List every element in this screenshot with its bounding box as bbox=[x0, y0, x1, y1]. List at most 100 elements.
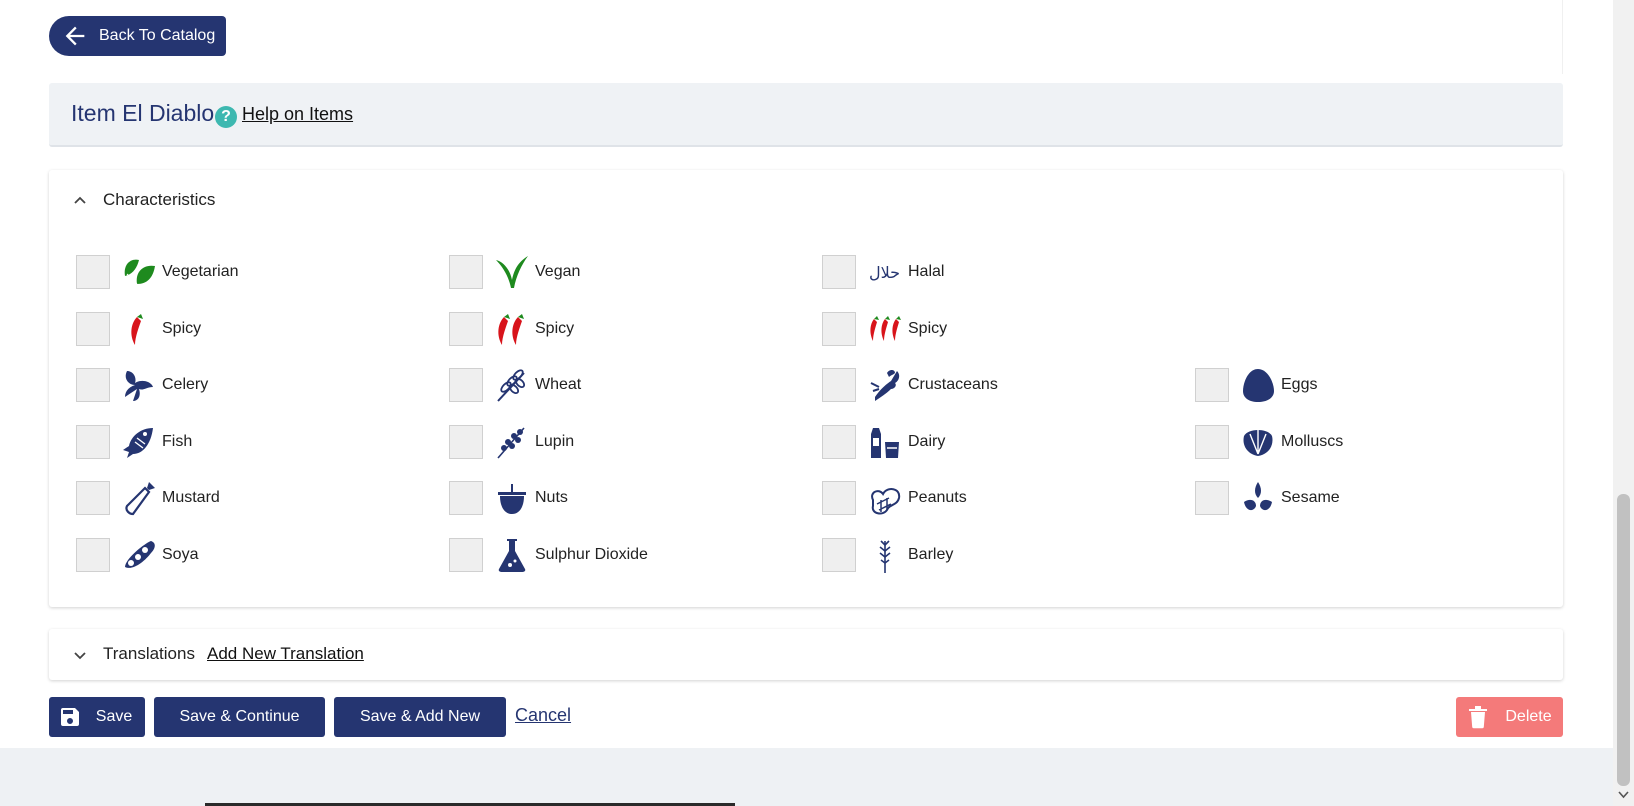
arrow-left-icon bbox=[65, 26, 85, 46]
characteristic-checkbox[interactable] bbox=[1195, 425, 1229, 459]
characteristic-label: Peanuts bbox=[908, 489, 967, 506]
characteristics-panel: Characteristics Vegetarian Vegan حلال Halal… bbox=[49, 170, 1563, 607]
leaf-icon bbox=[120, 253, 158, 291]
shell-icon bbox=[1239, 423, 1277, 461]
characteristic-checkbox[interactable] bbox=[76, 538, 110, 572]
characteristic-item: Nuts bbox=[449, 480, 568, 516]
characteristic-checkbox[interactable] bbox=[822, 538, 856, 572]
scrollbar[interactable] bbox=[1613, 0, 1634, 806]
nut-icon bbox=[493, 479, 531, 517]
characteristic-item: Spicy bbox=[822, 311, 947, 347]
lobster-icon bbox=[866, 366, 904, 404]
scrollbar-thumb[interactable] bbox=[1617, 494, 1630, 786]
characteristic-item: Sesame bbox=[1195, 480, 1340, 516]
wheat-icon bbox=[493, 366, 531, 404]
save-button[interactable]: Save bbox=[49, 697, 145, 737]
characteristic-checkbox[interactable] bbox=[449, 425, 483, 459]
characteristic-item: Crustaceans bbox=[822, 367, 998, 403]
chili-2-icon bbox=[493, 310, 531, 348]
chevron-down-icon[interactable] bbox=[73, 649, 87, 663]
add-new-translation-link[interactable]: Add New Translation bbox=[207, 644, 364, 664]
flask-icon bbox=[493, 536, 531, 574]
characteristic-label: Spicy bbox=[908, 320, 948, 337]
characteristic-label: Halal bbox=[908, 263, 945, 280]
translations-label: Translations bbox=[103, 644, 195, 663]
delete-label: Delete bbox=[1505, 708, 1552, 725]
lupin-icon bbox=[493, 423, 531, 461]
characteristic-checkbox[interactable] bbox=[822, 481, 856, 515]
characteristics-toggle[interactable]: Characteristics bbox=[73, 190, 215, 210]
fish-icon bbox=[120, 423, 158, 461]
egg-icon bbox=[1239, 366, 1277, 404]
milk-icon bbox=[866, 423, 904, 461]
characteristic-label: Sesame bbox=[1281, 489, 1340, 506]
characteristic-label: Eggs bbox=[1281, 376, 1318, 393]
characteristic-checkbox[interactable] bbox=[822, 255, 856, 289]
save-and-continue-button[interactable]: Save & Continue bbox=[154, 697, 325, 737]
characteristic-label: Mustard bbox=[162, 489, 220, 506]
characteristic-label: Crustaceans bbox=[908, 376, 998, 393]
barley-icon bbox=[866, 536, 904, 574]
save-and-add-new-button[interactable]: Save & Add New bbox=[334, 697, 506, 737]
celery-icon bbox=[120, 366, 158, 404]
characteristic-checkbox[interactable] bbox=[76, 255, 110, 289]
characteristic-checkbox[interactable] bbox=[1195, 368, 1229, 402]
vegan-sprout-icon bbox=[493, 253, 531, 291]
characteristic-checkbox[interactable] bbox=[449, 481, 483, 515]
characteristic-label: Vegan bbox=[535, 263, 581, 280]
characteristic-label: Vegetarian bbox=[162, 263, 239, 280]
mustard-bottle-icon bbox=[120, 479, 158, 517]
characteristic-label: Spicy bbox=[535, 320, 575, 337]
characteristic-item: Fish bbox=[76, 424, 192, 460]
characteristic-label: Fish bbox=[162, 433, 193, 450]
characteristic-item: Sulphur Dioxide bbox=[449, 537, 648, 573]
characteristic-label: Dairy bbox=[908, 433, 946, 450]
sesame-icon bbox=[1239, 479, 1277, 517]
characteristics-label: Characteristics bbox=[103, 190, 216, 209]
characteristic-label: Celery bbox=[162, 376, 209, 393]
peanut-icon bbox=[866, 479, 904, 517]
halal-icon: حلال bbox=[866, 253, 904, 291]
chevron-up-icon bbox=[74, 196, 86, 204]
characteristic-label: Barley bbox=[908, 546, 954, 563]
characteristic-item: Mustard bbox=[76, 480, 220, 516]
characteristic-label: Molluscs bbox=[1281, 433, 1344, 450]
characteristic-item: Soya bbox=[76, 537, 198, 573]
page-title: Item El Diablo bbox=[71, 100, 215, 126]
cancel-link[interactable]: Cancel bbox=[515, 705, 571, 726]
characteristic-label: Sulphur Dioxide bbox=[535, 546, 648, 563]
characteristic-checkbox[interactable] bbox=[449, 368, 483, 402]
characteristic-item: Vegetarian bbox=[76, 254, 239, 290]
chili-3-icon bbox=[866, 310, 904, 348]
back-to-catalog-label: Back To Catalog bbox=[99, 27, 216, 44]
characteristic-checkbox[interactable] bbox=[449, 538, 483, 572]
help-icon[interactable]: ? bbox=[215, 106, 237, 128]
characteristic-item: Vegan bbox=[449, 254, 580, 290]
characteristic-item: Eggs bbox=[1195, 367, 1317, 403]
trash-icon bbox=[1469, 706, 1488, 729]
characteristic-checkbox[interactable] bbox=[822, 368, 856, 402]
characteristic-checkbox[interactable] bbox=[1195, 481, 1229, 515]
help-on-items-link[interactable]: Help on Items bbox=[242, 104, 353, 125]
characteristic-item: Lupin bbox=[449, 424, 574, 460]
translations-panel: Translations Add New Translation bbox=[49, 629, 1563, 680]
characteristic-checkbox[interactable] bbox=[76, 425, 110, 459]
characteristic-item: Peanuts bbox=[822, 480, 967, 516]
characteristic-checkbox[interactable] bbox=[822, 425, 856, 459]
characteristic-item: Celery bbox=[76, 367, 208, 403]
characteristic-item: Barley bbox=[822, 537, 953, 573]
characteristic-label: Nuts bbox=[535, 489, 568, 506]
item-header: Item El Diablo ? Help on Items bbox=[49, 83, 1563, 147]
characteristic-checkbox[interactable] bbox=[76, 368, 110, 402]
characteristic-checkbox[interactable] bbox=[449, 255, 483, 289]
characteristic-item: Dairy bbox=[822, 424, 945, 460]
scroll-down-arrow-icon[interactable] bbox=[1617, 788, 1630, 801]
back-to-catalog-button[interactable]: Back To Catalog bbox=[49, 16, 226, 56]
characteristic-label: Lupin bbox=[535, 433, 575, 450]
characteristic-checkbox[interactable] bbox=[76, 312, 110, 346]
characteristic-checkbox[interactable] bbox=[449, 312, 483, 346]
save-label: Save bbox=[95, 708, 133, 725]
characteristic-checkbox[interactable] bbox=[822, 312, 856, 346]
delete-button[interactable]: Delete bbox=[1456, 697, 1563, 737]
characteristic-checkbox[interactable] bbox=[76, 481, 110, 515]
